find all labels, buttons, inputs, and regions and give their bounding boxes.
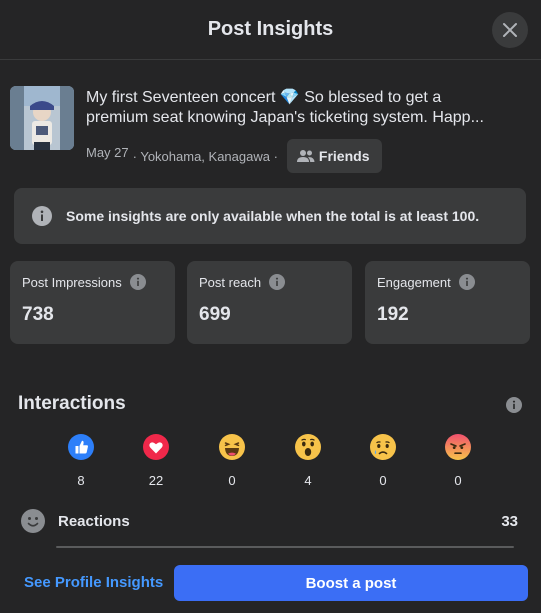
- reactions-total: 33: [501, 512, 518, 530]
- stat-post-impressions: Post Impressions 738: [10, 261, 175, 344]
- love-icon: [143, 434, 169, 460]
- insights-notice: Some insights are only available when th…: [14, 188, 526, 244]
- stat-post-reach: Post reach 699: [187, 261, 352, 344]
- notice-text: Some insights are only available when th…: [66, 208, 480, 224]
- post-caption-line-1: My first Seventeen concert 💎 So blessed …: [86, 89, 442, 106]
- wow-icon: [295, 434, 321, 460]
- reaction-haha: 0: [212, 434, 252, 488]
- info-icon: [32, 206, 52, 226]
- reaction-count: 8: [77, 473, 85, 488]
- post-caption-line-2: premium seat knowing Japan's ticketing s…: [86, 109, 484, 126]
- post-caption: My first Seventeen concert 💎 So blessed …: [86, 88, 526, 128]
- reactions-label: Reactions: [58, 512, 130, 530]
- reaction-count: 22: [148, 473, 164, 488]
- post-date: May 27: [86, 144, 129, 160]
- info-icon[interactable]: [269, 274, 286, 290]
- audience-label: Friends: [318, 148, 370, 164]
- reaction-like: 8: [61, 434, 101, 488]
- info-icon[interactable]: [458, 274, 475, 290]
- dialog-title: Post Insights: [207, 18, 334, 40]
- see-profile-insights-link[interactable]: See Profile Insights: [24, 574, 163, 591]
- friends-icon: [296, 150, 315, 162]
- post-summary: My first Seventeen concert 💎 So blessed …: [10, 86, 530, 176]
- reaction-angry: 0: [438, 434, 478, 488]
- reaction-count: 0: [379, 473, 387, 488]
- stat-engagement: Engagement 192: [365, 261, 530, 344]
- info-icon[interactable]: [506, 397, 522, 413]
- post-meta: May 27 · Yokohama, Kanagawa · Friends: [86, 139, 382, 173]
- stat-label: Post reach: [199, 274, 262, 290]
- reaction-count: 4: [304, 473, 312, 488]
- post-location: · Yokohama, Kanagawa ·: [132, 148, 278, 164]
- dialog-footer: See Profile Insights Boost a post: [0, 550, 541, 613]
- reaction-sad: 0: [363, 434, 403, 488]
- stat-label: Engagement: [377, 274, 451, 290]
- stat-value: 738: [22, 304, 54, 325]
- sad-icon: [370, 434, 396, 460]
- reaction-count: 0: [228, 473, 236, 488]
- stat-value: 699: [199, 304, 231, 325]
- audience-friends-button[interactable]: Friends: [286, 139, 382, 173]
- boost-post-button[interactable]: Boost a post: [174, 565, 528, 601]
- reaction-love: 22: [136, 434, 176, 488]
- angry-icon: [445, 434, 471, 460]
- stat-label: Post Impressions: [22, 274, 122, 290]
- like-icon: [68, 434, 94, 460]
- post-thumbnail[interactable]: [10, 86, 74, 150]
- close-icon: [503, 23, 517, 37]
- reaction-count: 0: [454, 473, 462, 488]
- dialog-header: Post Insights: [0, 0, 541, 60]
- smiley-icon: [21, 509, 45, 533]
- reaction-wow: 4: [288, 434, 328, 488]
- haha-icon: [219, 434, 245, 460]
- interactions-title: Interactions: [18, 393, 126, 414]
- divider: [56, 546, 514, 548]
- reactions-summary-row[interactable]: Reactions 33: [20, 507, 520, 535]
- stat-value: 192: [377, 304, 409, 325]
- close-button[interactable]: [492, 12, 528, 48]
- info-icon[interactable]: [129, 274, 146, 290]
